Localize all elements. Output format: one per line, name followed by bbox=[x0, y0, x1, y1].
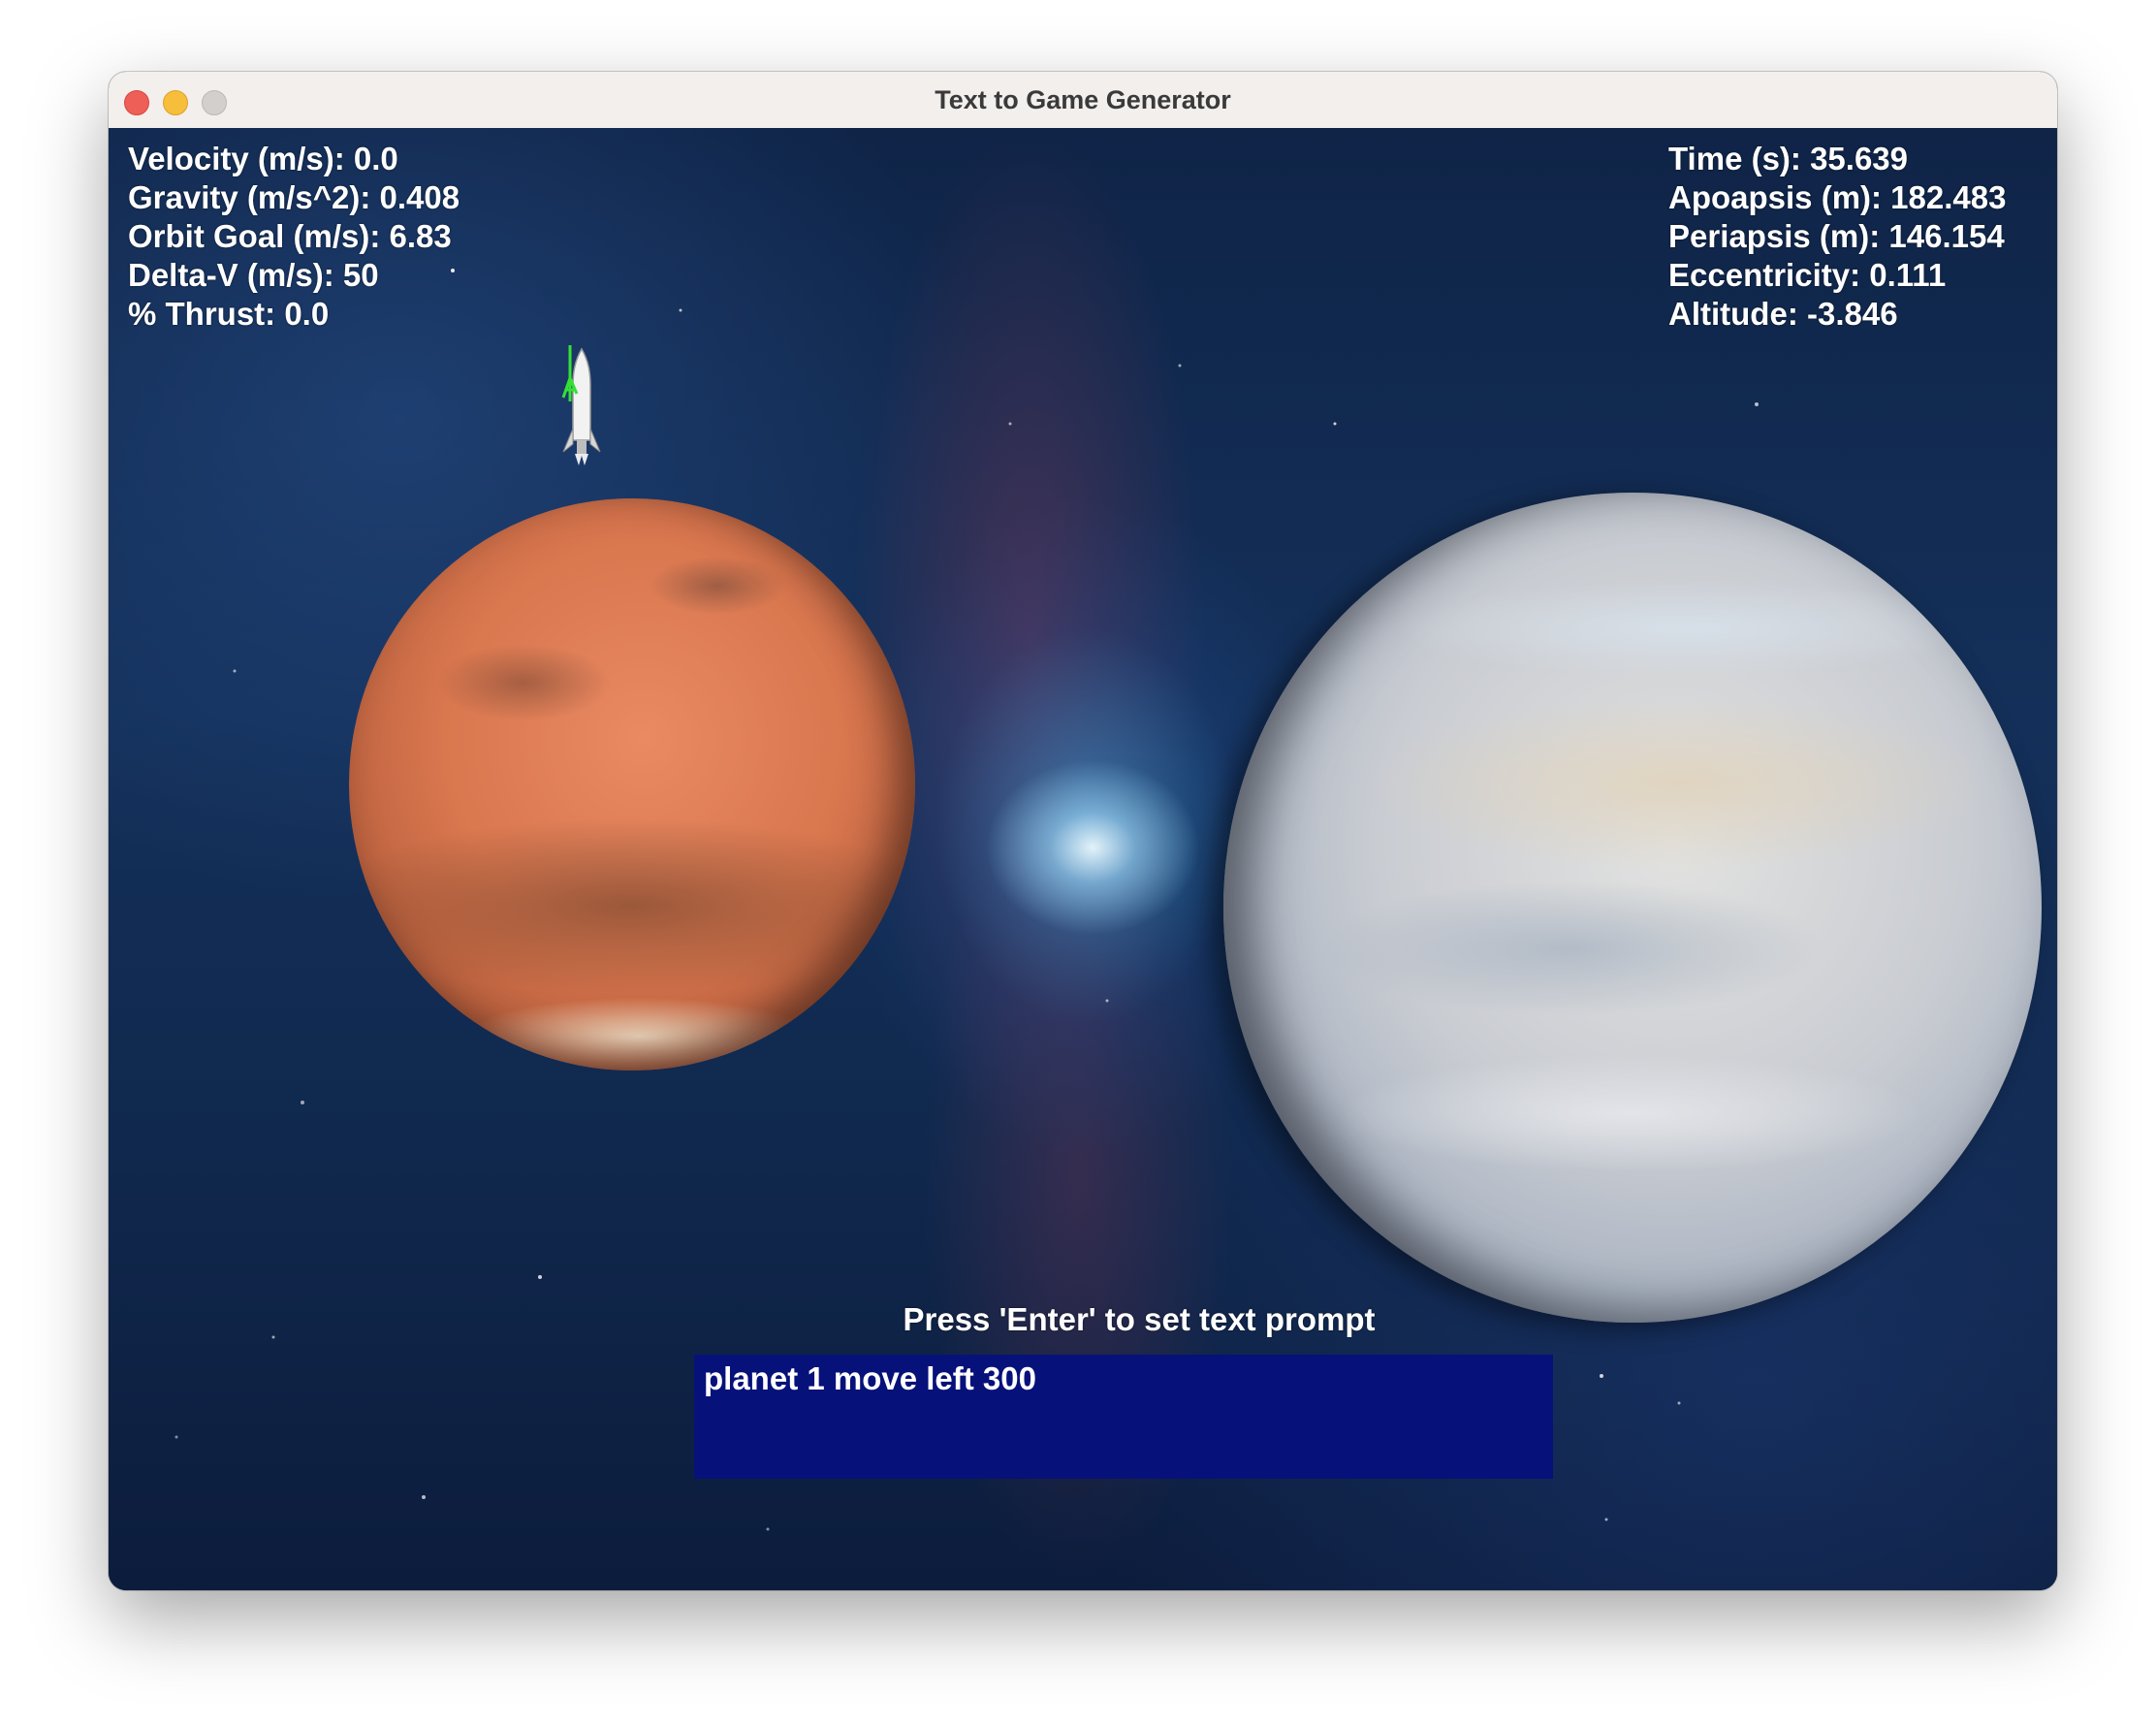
window-title: Text to Game Generator bbox=[935, 85, 1231, 114]
hud-left-stats: Velocity (m/s): 0.0 Gravity (m/s^2): 0.4… bbox=[128, 140, 460, 334]
planet-mars bbox=[349, 498, 915, 1071]
gravity-readout: Gravity (m/s^2): 0.408 bbox=[128, 179, 460, 215]
game-window: Text to Game Generator Velocity (m/s): 0… bbox=[109, 72, 2057, 1590]
rocket-sprite bbox=[561, 345, 601, 465]
apoapsis-readout: Apoapsis (m): 182.483 bbox=[1668, 179, 2007, 215]
altitude-readout: Altitude: -3.846 bbox=[1668, 296, 1898, 332]
time-readout: Time (s): 35.639 bbox=[1668, 141, 1909, 176]
eccentricity-readout: Eccentricity: 0.111 bbox=[1668, 257, 1947, 293]
velocity-readout: Velocity (m/s): 0.0 bbox=[128, 141, 398, 176]
periapsis-readout: Periapsis (m): 146.154 bbox=[1668, 218, 2005, 254]
orbit-goal-readout: Orbit Goal (m/s): 6.83 bbox=[128, 218, 452, 254]
thrust-readout: % Thrust: 0.0 bbox=[128, 296, 330, 332]
prompt-instruction: Press 'Enter' to set text prompt bbox=[903, 1301, 1376, 1337]
hud-right-stats: Time (s): 35.639 Apoapsis (m): 182.483 P… bbox=[1668, 140, 2006, 334]
text-prompt-input[interactable]: planet 1 move left 300 bbox=[694, 1355, 1553, 1479]
game-canvas[interactable]: Velocity (m/s): 0.0 Gravity (m/s^2): 0.4… bbox=[109, 128, 2057, 1590]
planet-venus bbox=[1223, 493, 2042, 1323]
prompt-input-value[interactable]: planet 1 move left 300 bbox=[704, 1360, 1543, 1397]
delta-v-readout: Delta-V (m/s): 50 bbox=[128, 257, 379, 293]
title-bar: Text to Game Generator bbox=[109, 72, 2057, 129]
